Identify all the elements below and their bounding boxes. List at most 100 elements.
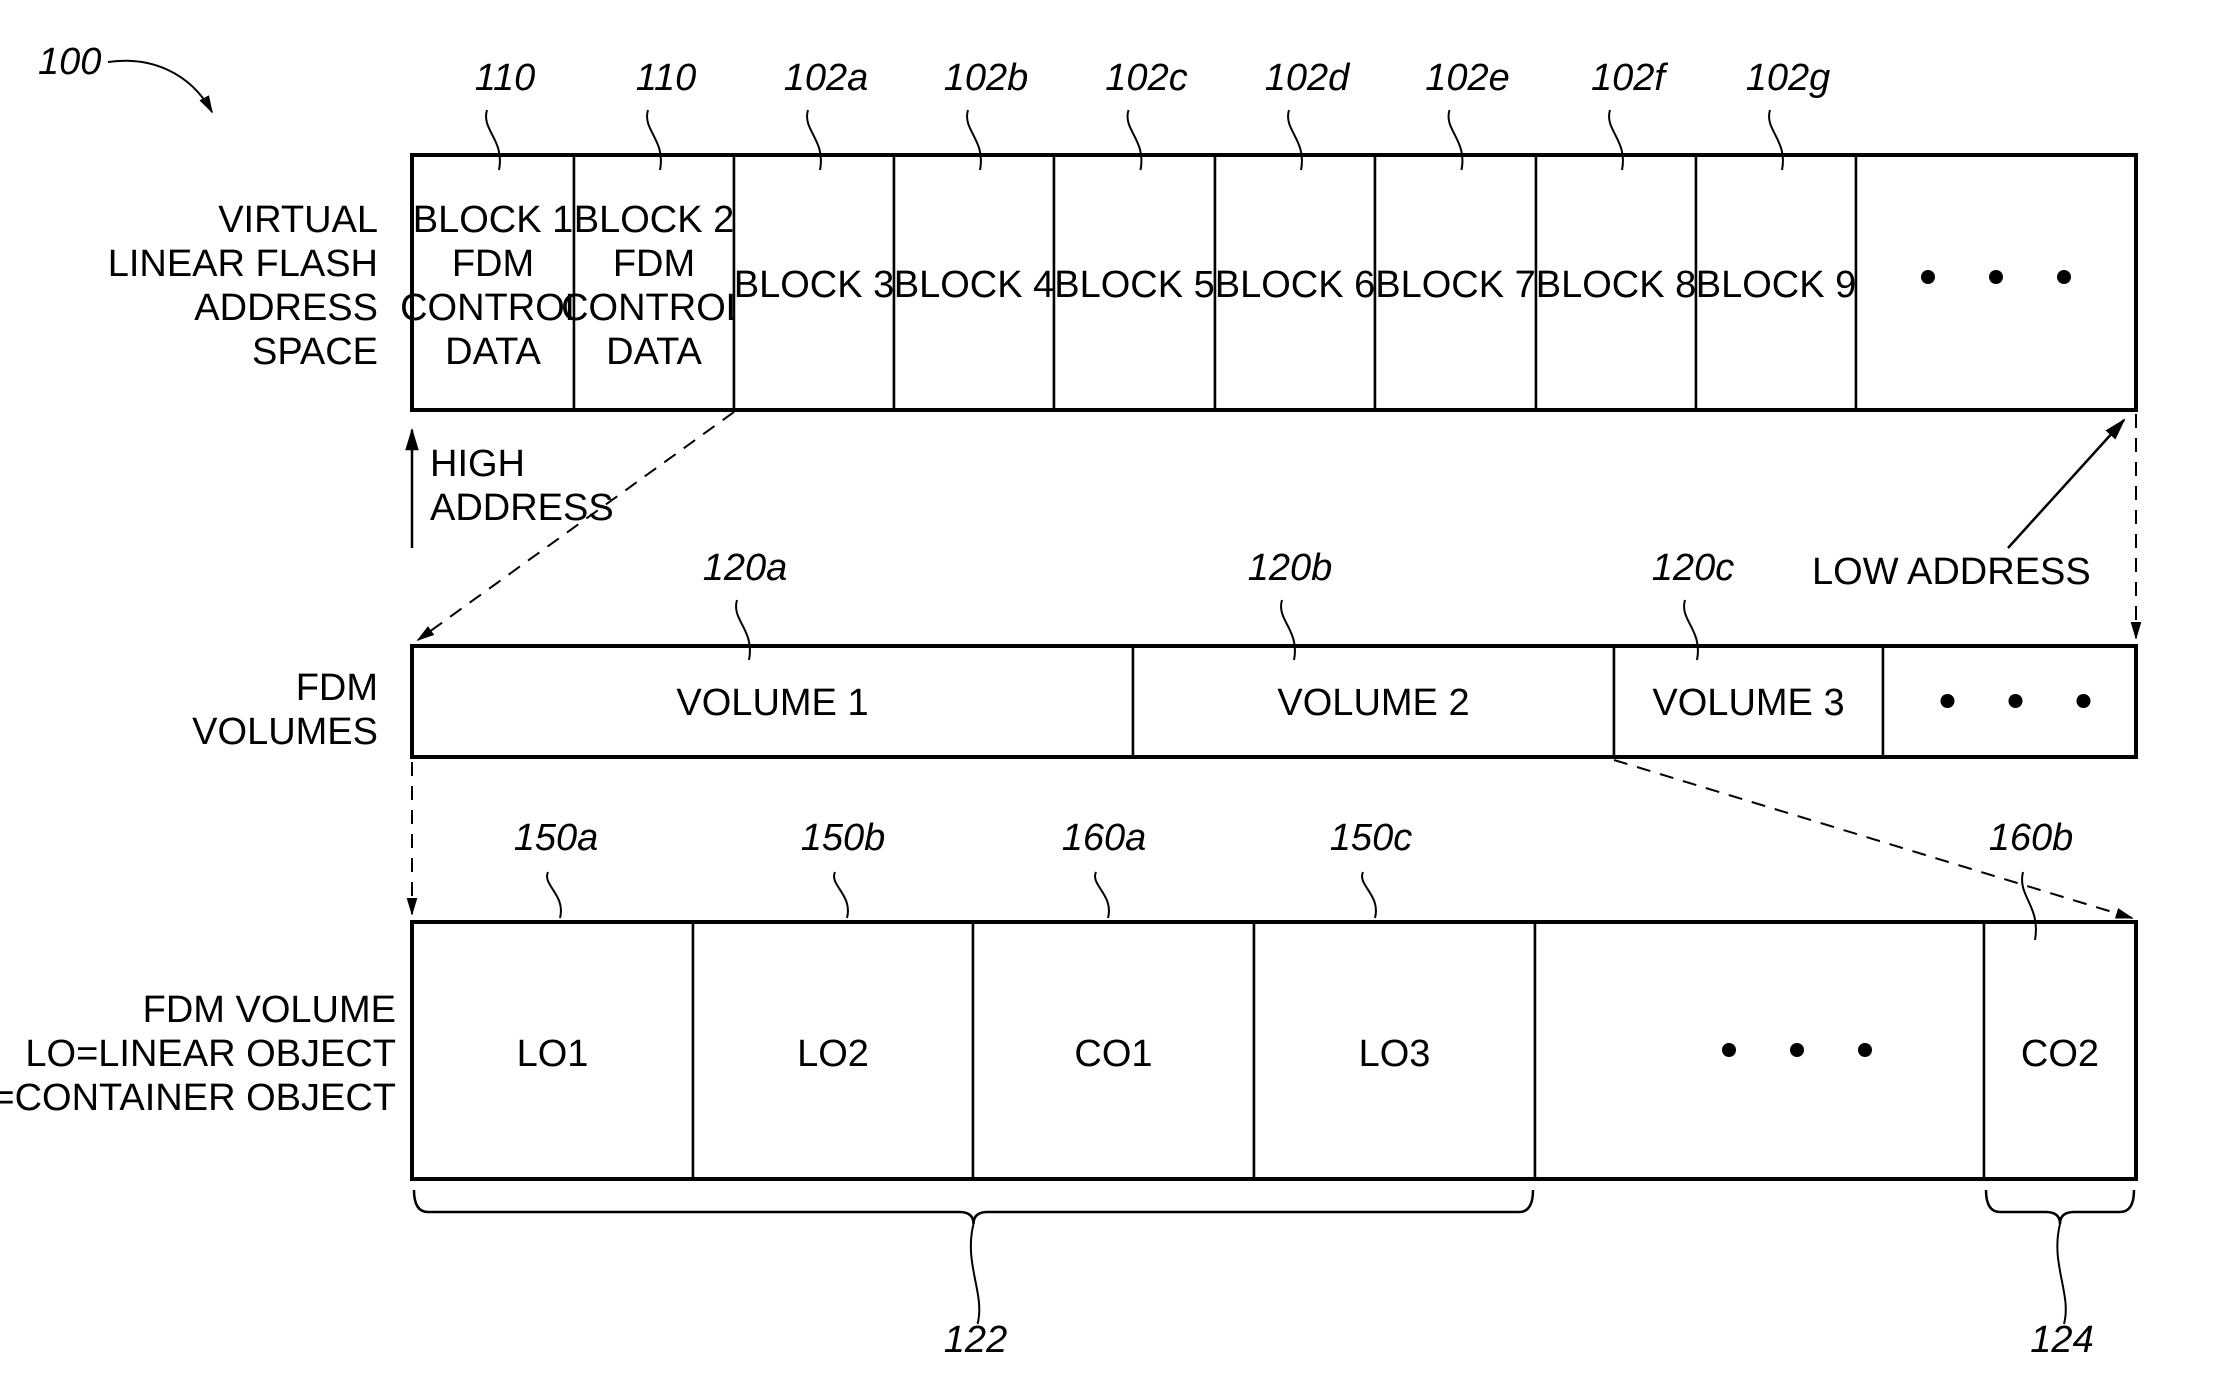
volume-volume-2: VOLUME 2 120b xyxy=(1131,547,1616,759)
block-label-line: BLOCK 5 xyxy=(1054,264,1215,306)
block-label-line: DATA xyxy=(606,331,702,373)
block-ref-number: 102b xyxy=(944,57,1029,99)
block-ref-number: 102f xyxy=(1591,57,1668,99)
object-label: CO2 xyxy=(2021,1033,2099,1075)
brace-shape xyxy=(412,1189,1535,1225)
fdm-volumes-label: FDM VOLUMES xyxy=(192,667,378,753)
figure-ref-arrow xyxy=(107,59,213,114)
ellipsis-dot xyxy=(1790,1043,1804,1057)
block-ref-number: 102d xyxy=(1265,57,1351,99)
low-address-arrow xyxy=(2007,418,2126,549)
volume-ref-number: 120a xyxy=(703,547,788,589)
virtual-space-label-line: SPACE xyxy=(252,331,378,373)
block-label-line: BLOCK 1 xyxy=(413,199,574,241)
ellipsis-dot xyxy=(2076,694,2091,708)
block-block-2: BLOCK 2FDMCONTROLDATA 110 xyxy=(561,57,747,412)
object-label: CO1 xyxy=(1074,1033,1152,1075)
patent-figure: 100 VIRTUAL LINEAR FLASH ADDRESS SPACE B… xyxy=(0,41,2142,1361)
virtual-space-label-line: VIRTUAL xyxy=(218,199,378,241)
object-lo1: LO1 150a xyxy=(410,817,695,1181)
high-address-label-line: HIGH xyxy=(430,443,525,485)
brace-leader xyxy=(2056,1223,2067,1325)
block-label-line: CONTROL xyxy=(561,287,747,329)
block-label-line: BLOCK 2 xyxy=(574,199,735,241)
fdm-volume-objects: LO1 150a LO2 150b CO1 160a LO3 150c CO2 160b xyxy=(410,817,2138,1181)
volume-volume-1: VOLUME 1 120a xyxy=(410,547,1135,759)
volume-label: VOLUME 2 xyxy=(1277,682,1469,724)
block-block-1: BLOCK 1FDMCONTROLDATA 110 xyxy=(400,57,586,412)
virtual-space-label-line: ADDRESS xyxy=(194,287,378,329)
volume-label: VOLUME 1 xyxy=(676,682,868,724)
block-label-line: BLOCK 6 xyxy=(1215,264,1376,306)
object-label: LO2 xyxy=(797,1033,869,1075)
volume-ref-number: 120b xyxy=(1248,547,1333,589)
block-label-line: BLOCK 3 xyxy=(734,264,895,306)
object-cell xyxy=(1533,920,1986,1181)
object-label: LO1 xyxy=(517,1033,589,1075)
block-ref-number: 110 xyxy=(636,57,697,99)
block-block-3: BLOCK 3 102a xyxy=(732,57,896,412)
fdm-volumes-label-line: VOLUMES xyxy=(192,711,378,753)
block-label-line: BLOCK 4 xyxy=(894,264,1055,306)
block-label-line: BLOCK 9 xyxy=(1696,264,1857,306)
volume-label: VOLUME 3 xyxy=(1652,682,1844,724)
virtual-space-blocks: BLOCK 1FDMCONTROLDATA110BLOCK 2FDMCONTRO… xyxy=(400,57,2138,412)
figure-ref-number: 100 xyxy=(38,41,101,83)
object-co1: CO1 160a xyxy=(971,817,1256,1181)
block-label-line: CONTROL xyxy=(400,287,586,329)
object-more xyxy=(1533,920,1986,1181)
ellipsis-dot xyxy=(1858,1043,1872,1057)
block-label-line: BLOCK 8 xyxy=(1536,264,1697,306)
brace-122: 122 xyxy=(412,1189,1535,1361)
block-ref-number: 102a xyxy=(784,57,869,99)
virtual-space-label-line: LINEAR FLASH xyxy=(108,243,378,285)
volume-more xyxy=(1881,644,2138,759)
block-block-4: BLOCK 4 102b xyxy=(892,57,1056,412)
brace-ref-number: 124 xyxy=(2030,1319,2093,1361)
block-block-7: BLOCK 7 102e xyxy=(1373,57,1538,412)
block-more xyxy=(1854,153,2138,412)
high-address-label-line: ADDRESS xyxy=(430,487,614,529)
block-label-line: FDM xyxy=(613,243,695,285)
block-ref-number: 102c xyxy=(1105,57,1187,99)
object-ref-leader xyxy=(546,871,562,919)
object-ref-number: 160a xyxy=(1062,817,1147,859)
ellipsis-dot xyxy=(1722,1043,1736,1057)
ellipsis-dot xyxy=(2008,694,2023,708)
block-block-8: BLOCK 8 102f xyxy=(1534,57,1698,412)
block-block-5: BLOCK 5 102c xyxy=(1052,57,1217,412)
brace-ref-number: 122 xyxy=(944,1319,1007,1361)
object-lo2: LO2 150b xyxy=(691,817,975,1181)
volume-ref-number: 120c xyxy=(1652,547,1734,589)
block-ref-number: 110 xyxy=(475,57,536,99)
block-label-line: FDM xyxy=(452,243,534,285)
block-label-line: DATA xyxy=(445,331,541,373)
fdm-volumes-label-line: FDM xyxy=(296,667,378,709)
fdm-volume-label-line: CO=CONTAINER OBJECT xyxy=(0,1077,396,1119)
ellipsis-dot xyxy=(1989,270,2003,284)
block-ref-number: 102g xyxy=(1746,57,1831,99)
object-label: LO3 xyxy=(1359,1033,1431,1075)
ellipsis-dot xyxy=(1921,270,1935,284)
object-co2: CO2 160b xyxy=(1982,817,2138,1181)
object-ref-number: 150a xyxy=(514,817,599,859)
object-lo3: LO3 150c xyxy=(1252,817,1537,1181)
block-label-line: BLOCK 7 xyxy=(1375,264,1536,306)
virtual-space-label: VIRTUAL LINEAR FLASH ADDRESS SPACE xyxy=(108,199,378,373)
low-address-label: LOW ADDRESS xyxy=(1812,551,2091,593)
ellipsis-dot xyxy=(1940,694,1955,708)
fdm-volume-label: FDM VOLUME LO=LINEAR OBJECT CO=CONTAINER… xyxy=(0,989,396,1119)
fdm-volume-label-line: FDM VOLUME xyxy=(143,989,396,1031)
block-block-9: BLOCK 9 102g xyxy=(1694,57,1858,412)
object-ref-leader xyxy=(1094,871,1110,919)
object-ref-number: 150c xyxy=(1330,817,1412,859)
fdm-volume-label-line: LO=LINEAR OBJECT xyxy=(25,1033,396,1075)
object-ref-leader xyxy=(1361,871,1377,919)
brace-shape xyxy=(1984,1189,2136,1225)
ellipsis-dot xyxy=(2057,270,2071,284)
brace-124: 124 xyxy=(1984,1189,2136,1361)
object-ref-leader xyxy=(833,871,849,919)
object-braces: 122 124 xyxy=(412,1189,2136,1361)
brace-leader xyxy=(969,1223,981,1325)
object-ref-number: 150b xyxy=(801,817,886,859)
